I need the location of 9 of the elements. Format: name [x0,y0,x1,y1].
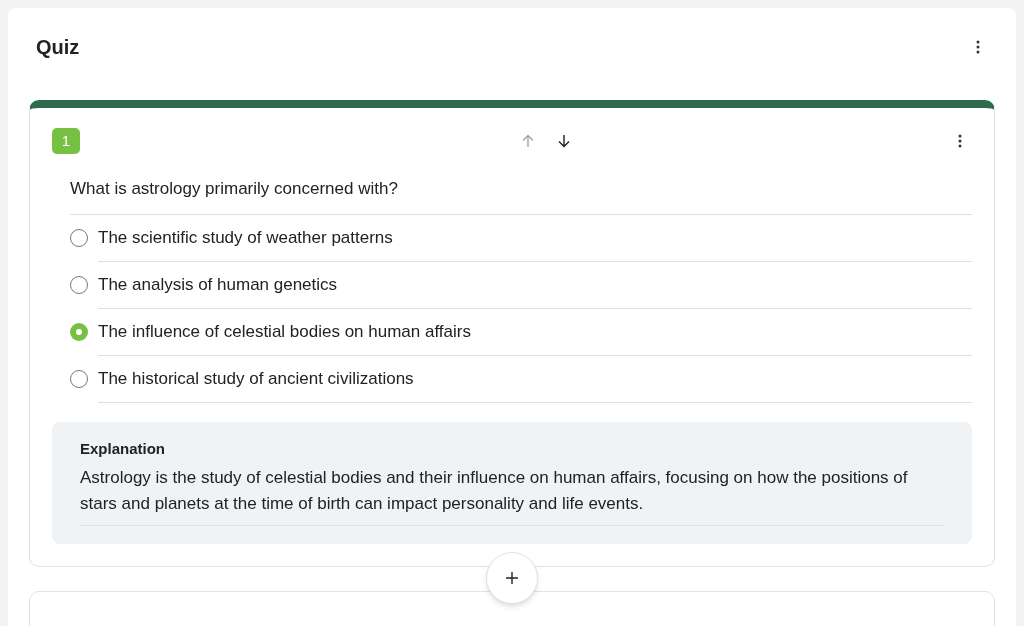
explanation-heading: Explanation [80,438,166,459]
quiz-title: Quiz [36,35,80,60]
explanation-text: Astrology is the study of celestial bodies and their influence on human affairs, focusing on how the positions of stars and planets at the time of birth can impact personality and life events. [80,467,909,515]
question-text: What is astrology primarily concerned with? [70,178,399,200]
option-label: The scientific study of weather patterns [98,226,393,249]
option-label: The historical study of ancient civilizations [98,367,414,390]
option-label: The influence of celestial bodies on human affairs [98,320,471,343]
question-number: 1 [52,128,80,154]
option-label: The analysis of human genetics [98,273,338,296]
